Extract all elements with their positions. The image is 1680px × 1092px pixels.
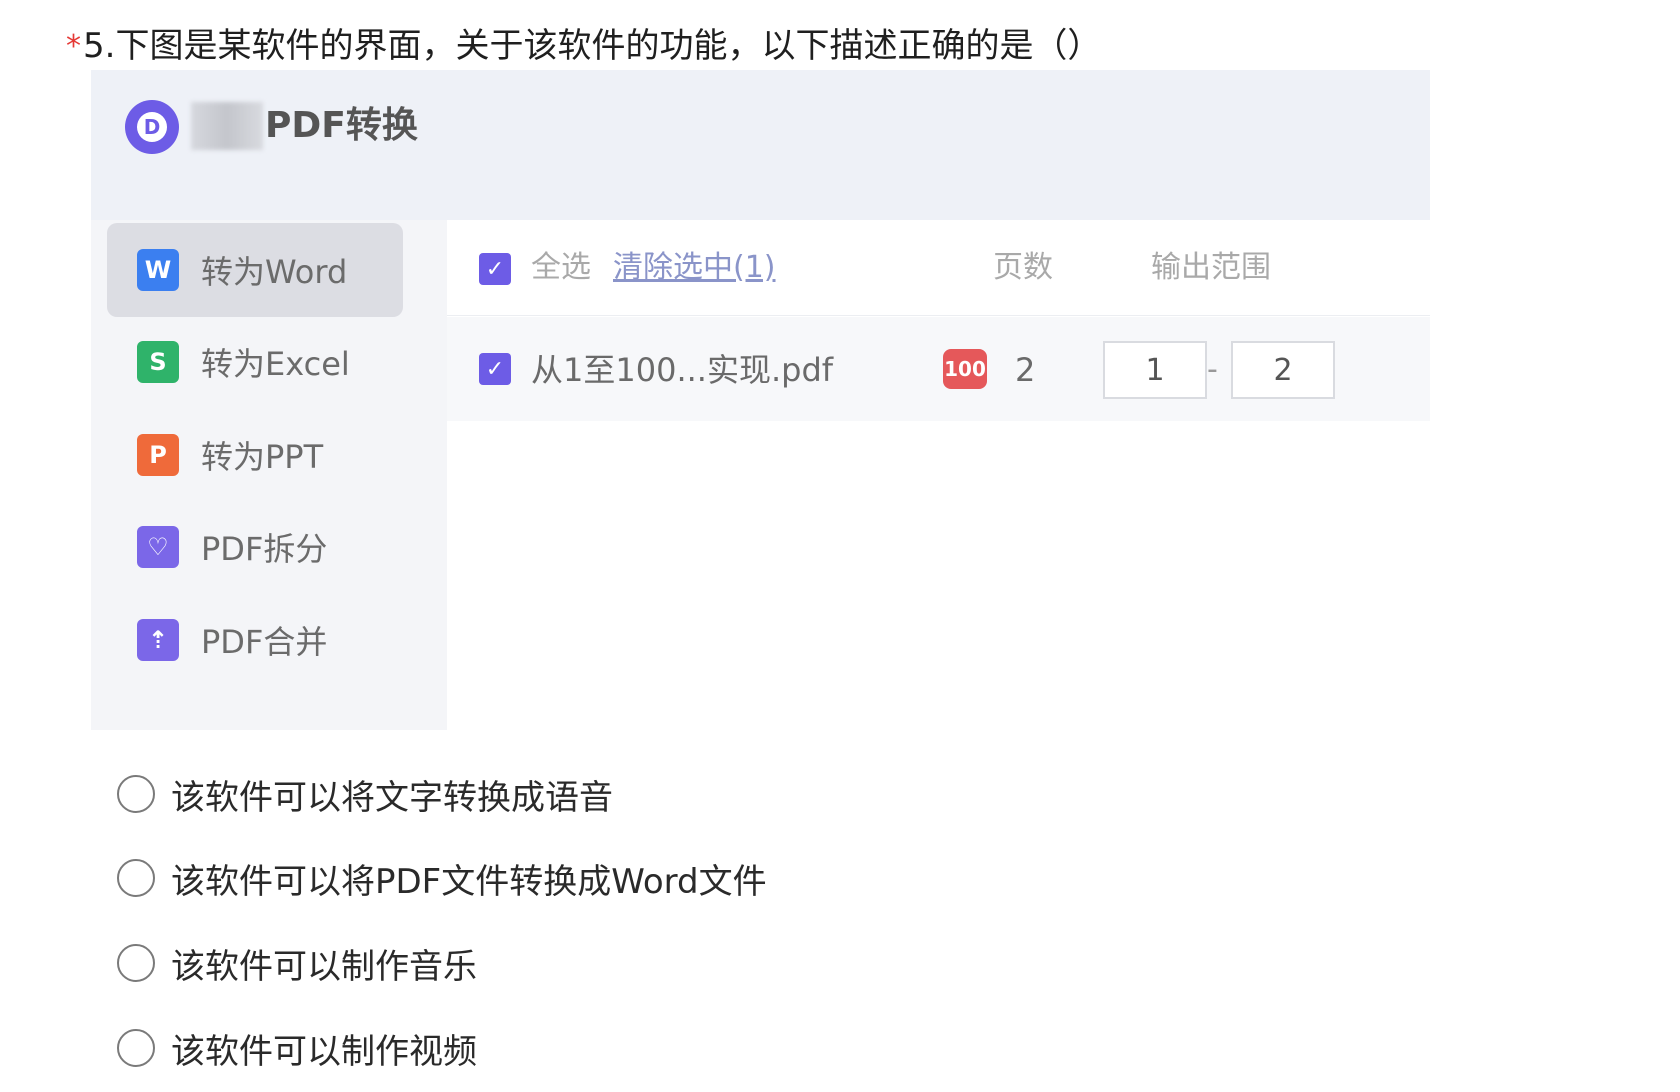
sidebar-item-label: 转为Word	[201, 253, 348, 291]
option-label: 该软件可以制作视频	[171, 1031, 477, 1072]
sidebar-item-pdf-merge[interactable]: ⇡ PDF合并	[107, 593, 403, 687]
table-row: ✓ 从1至100...实现.pdf 100 2 1 - 2	[447, 317, 1430, 421]
radio-button[interactable]	[117, 859, 155, 897]
required-star: *	[66, 28, 81, 64]
radio-button[interactable]	[117, 1029, 155, 1067]
output-range-column-header: 输出范围	[1151, 250, 1271, 285]
range-to-input[interactable]: 2	[1231, 341, 1335, 399]
range-separator: -	[1207, 352, 1218, 387]
option-label: 该软件可以制作音乐	[171, 946, 477, 987]
select-all-label: 全选	[531, 250, 591, 285]
sidebar-item-label: 转为PPT	[201, 438, 324, 476]
question-title: * 5.下图是某软件的界面，关于该软件的功能，以下描述正确的是（）	[66, 16, 1101, 68]
merge-icon: ⇡	[137, 619, 179, 661]
sidebar-item-to-ppt[interactable]: P 转为PPT	[107, 408, 403, 502]
app-logo-icon: D	[125, 100, 179, 154]
excel-icon: S	[137, 341, 179, 383]
sidebar-item-label: 转为Excel	[201, 345, 350, 383]
range-from-input[interactable]: 1	[1103, 341, 1207, 399]
app-sidebar: W 转为Word S 转为Excel P 转为PPT ♡ PDF拆分 ⇡ PDF…	[91, 220, 447, 730]
file-checkbox[interactable]: ✓	[479, 353, 511, 385]
option-d[interactable]: 该软件可以制作视频	[117, 1026, 477, 1072]
sidebar-item-to-excel[interactable]: S 转为Excel	[107, 315, 403, 409]
table-header: ✓ 全选 清除选中(1) 页数 输出范围	[447, 220, 1430, 316]
file-list-panel: ✓ 全选 清除选中(1) 页数 输出范围 ✓ 从1至100...实现.pdf 1…	[447, 220, 1430, 730]
word-icon: W	[137, 249, 179, 291]
blurred-brand-name	[191, 102, 263, 150]
app-title: PDF转换	[265, 105, 418, 146]
radio-button[interactable]	[117, 775, 155, 813]
sidebar-item-to-word[interactable]: W 转为Word	[107, 223, 403, 317]
ppt-icon: P	[137, 434, 179, 476]
sidebar-item-label: PDF拆分	[201, 530, 328, 568]
select-all-checkbox[interactable]: ✓	[479, 253, 511, 285]
app-header: D PDF转换	[91, 70, 1430, 220]
software-screenshot: D PDF转换 W 转为Word S 转为Excel P 转为PPT ♡ PDF…	[91, 70, 1430, 730]
sidebar-item-pdf-split[interactable]: ♡ PDF拆分	[107, 500, 403, 594]
pages-column-header: 页数	[993, 250, 1053, 285]
hundred-badge-icon: 100	[943, 349, 987, 389]
file-name: 从1至100...实现.pdf	[531, 351, 834, 389]
split-icon: ♡	[137, 526, 179, 568]
question-text: 5.下图是某软件的界面，关于该软件的功能，以下描述正确的是（）	[83, 25, 1102, 66]
option-label: 该软件可以将PDF文件转换成Word文件	[171, 861, 767, 902]
option-c[interactable]: 该软件可以制作音乐	[117, 941, 477, 987]
option-a[interactable]: 该软件可以将文字转换成语音	[117, 772, 613, 818]
option-b[interactable]: 该软件可以将PDF文件转换成Word文件	[117, 856, 767, 902]
page-count: 2	[1015, 351, 1036, 389]
radio-button[interactable]	[117, 944, 155, 982]
sidebar-item-label: PDF合并	[201, 623, 328, 661]
option-label: 该软件可以将文字转换成语音	[171, 777, 613, 818]
clear-selection-link[interactable]: 清除选中(1)	[613, 248, 776, 288]
